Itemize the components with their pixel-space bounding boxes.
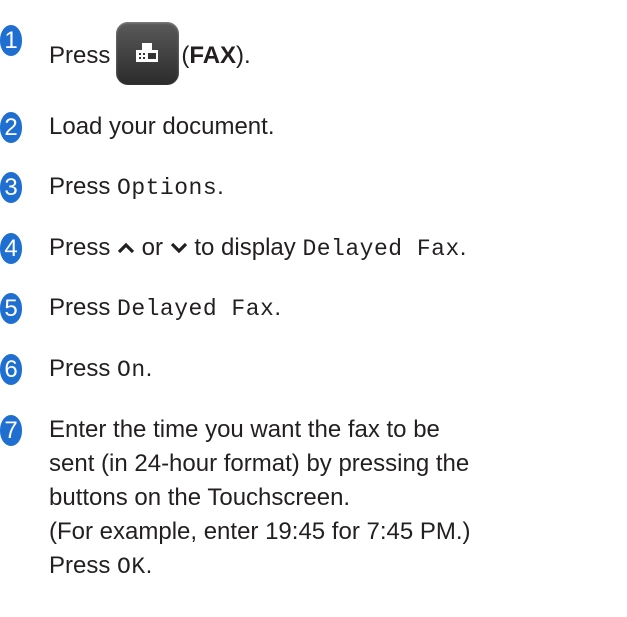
delayed-fax-label: Delayed Fax (117, 296, 275, 322)
step-number: 4 (0, 233, 22, 264)
fax-label-close: ). (236, 41, 251, 69)
display-text: to display (187, 234, 303, 261)
step-text: Press (FAX). (49, 22, 251, 88)
press-text: Press (49, 355, 118, 382)
period: . (217, 173, 224, 200)
step-text: Press On. (49, 354, 152, 385)
press-text: Press (49, 234, 118, 261)
press-text: Press (49, 173, 118, 200)
on-label: On (117, 357, 146, 383)
fax-label: FAX (189, 41, 237, 69)
period: . (145, 355, 153, 382)
step-text-line-5: Press OK. (49, 551, 152, 582)
period: . (145, 552, 153, 579)
step-number: 2 (0, 112, 22, 143)
delayed-fax-label: Delayed Fax (302, 236, 460, 262)
step-number: 1 (0, 25, 22, 56)
options-label: Options (117, 175, 218, 201)
press-text: Press (49, 294, 118, 321)
or-text: or (135, 234, 170, 261)
fax-button[interactable] (116, 22, 180, 85)
period: . (274, 294, 282, 321)
period: . (459, 234, 467, 261)
press-text: Press (49, 552, 118, 579)
ok-label: OK (117, 554, 146, 580)
chevron-down-icon (170, 232, 188, 262)
step-number: 5 (0, 293, 22, 324)
step-text: Press Options. (49, 172, 224, 203)
press-text: Press (49, 41, 111, 69)
step-text-line-2: sent (in 24-hour format) by pressing the (49, 450, 470, 477)
chevron-up-icon (117, 232, 135, 262)
step-text: Press or to display Delayed Fax. (49, 233, 466, 264)
step-number: 6 (0, 354, 22, 385)
step-text: Load your document. (49, 113, 275, 140)
step-text-line-3: buttons on the Touchscreen. (49, 484, 351, 511)
step-text-line-4: (For example, enter 19:45 for 7:45 PM.) (49, 518, 471, 545)
step-text-line-1: Enter the time you want the fax to be (49, 416, 440, 443)
step-text: Press Delayed Fax. (49, 293, 281, 324)
step-number: 7 (0, 415, 22, 446)
step-number: 3 (0, 172, 22, 203)
